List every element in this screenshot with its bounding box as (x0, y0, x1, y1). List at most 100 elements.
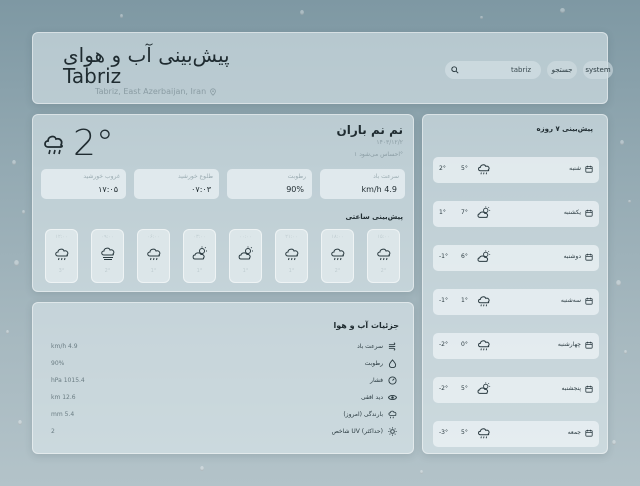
rain-icon (388, 410, 397, 419)
calendar-icon (585, 429, 593, 437)
stat-card-wind: سرعت باد km/h 4.9 (320, 169, 405, 199)
detail-label: بارندگی (امروز) (343, 411, 383, 418)
forecast-day-row[interactable]: شنبه 5° 2° (433, 157, 599, 183)
forecast-high: 5° (461, 429, 468, 436)
hour-time: ۲۱:۰۰ (285, 234, 298, 240)
hour-temp: 1° (242, 268, 249, 274)
forecast-day-name: شنبه (569, 165, 581, 172)
current-date: ۱۴۰۳/۱۲/۲ (376, 139, 403, 146)
stat-label: طلوع خورشید (177, 173, 213, 180)
hourly-card: ۱۲:۰۰ 3° (45, 229, 78, 283)
hourly-card: ۰۹:۰۰ 2° (91, 229, 124, 283)
hour-temp: 1° (150, 268, 157, 274)
detail-label: شاخص UV (حداکثر) (331, 428, 383, 435)
hourly-card: ۲۱:۰۰ 1° (275, 229, 308, 283)
detail-row-visibility: km 12.6 دید افقی (51, 394, 397, 406)
forecast-low: 2° (439, 165, 446, 172)
forecast-day-name: چهارشنبه (557, 341, 581, 348)
feels-like: احساس می‌شود ۱° (354, 151, 403, 158)
forecast-title: پیش‌بینی ۷ روزه (536, 125, 593, 133)
forecast-low: -1° (439, 253, 448, 260)
forecast-day-row[interactable]: پنجشنبه 5° -2° (433, 377, 599, 403)
rain-cloud-icon (330, 246, 346, 262)
rain-cloud-icon (146, 246, 162, 262)
fog-icon (100, 246, 116, 262)
hourly-card: ۱۸:۰۰ 2° (321, 229, 354, 283)
detail-row-uv-index: 2 شاخص UV (حداکثر) (51, 427, 397, 440)
hour-time: ۱۲:۰۰ (55, 234, 68, 240)
hourly-card: ۰۰:۰۰ 1° (229, 229, 262, 283)
rain-cloud-icon (376, 246, 392, 262)
stat-card-sunset: غروب خورشید ۱۷:۰۵ (41, 169, 126, 199)
rain-cloud-icon (41, 131, 67, 157)
hour-time: ۰۳:۰۰ (193, 234, 206, 240)
search-icon (451, 66, 459, 74)
detail-row-precipitation: mm 5.4 بارندگی (امروز) (51, 410, 397, 423)
forecast-day-name: پنجشنبه (561, 385, 581, 392)
hour-time: ۱۵:۰۰ (377, 234, 390, 240)
forecast-day-row[interactable]: دوشنبه 6° -1° (433, 245, 599, 271)
forecast-high: 1° (461, 297, 468, 304)
stat-value: 90% (286, 185, 304, 194)
hourly-card: ۰۶:۰۰ 1° (137, 229, 170, 283)
hour-temp: 2° (334, 268, 341, 274)
hour-temp: 1° (196, 268, 203, 274)
detail-value: hPa 1015.4 (51, 377, 85, 384)
detail-row-pressure: hPa 1015.4 فشار (51, 376, 397, 389)
gauge-icon (388, 376, 397, 385)
detail-label: دید افقی (361, 394, 383, 401)
rain-cloud-icon (284, 246, 300, 262)
current-temperature: 2° (73, 123, 114, 164)
stat-value: km/h 4.9 (361, 185, 397, 194)
eye-icon (388, 393, 397, 402)
forecast-low: -3° (439, 429, 448, 436)
forecast-day-row[interactable]: یکشنبه 7° 1° (433, 201, 599, 227)
stat-label: غروب خورشید (83, 173, 120, 180)
partly-cloudy-icon (477, 250, 491, 264)
stat-card-sunrise: طلوع خورشید ۰۷:۰۳ (134, 169, 219, 199)
search-input[interactable] (459, 66, 531, 74)
rain-cloud-icon (477, 294, 491, 308)
hour-time: ۰۰:۰۰ (239, 234, 252, 240)
wind-icon (388, 342, 397, 351)
detail-label: رطوبت (364, 360, 383, 367)
calendar-icon (585, 209, 593, 217)
details-title: جزئیات آب و هوا (333, 321, 399, 330)
rain-cloud-icon (477, 338, 491, 352)
detail-value: 2 (51, 428, 55, 435)
stat-value: ۰۷:۰۳ (191, 185, 211, 194)
current-condition: نم نم باران (336, 123, 403, 137)
forecast-day-name: یکشنبه (563, 209, 581, 216)
forecast-high: 6° (461, 253, 468, 260)
hourly-card: ۰۳:۰۰ 1° (183, 229, 216, 283)
hour-temp: 3° (58, 268, 65, 274)
forecast-day-name: جمعه (567, 429, 581, 436)
forecast-high: 5° (461, 385, 468, 392)
hour-temp: 2° (104, 268, 111, 274)
rain-cloud-icon (477, 162, 491, 176)
forecast-day-row[interactable]: چهارشنبه 0° -2° (433, 333, 599, 359)
location-text: Tabriz, East Azerbaijan, Iran (95, 87, 207, 96)
stat-card-humidity: رطوبت 90% (227, 169, 312, 199)
forecast-low: -2° (439, 385, 448, 392)
hourly-forecast-title: پیش‌بینی ساعتی (345, 213, 403, 221)
partly-cloudy-icon (192, 246, 208, 262)
search-button[interactable]: جستجو (547, 61, 577, 79)
detail-value: 90% (51, 360, 65, 367)
stat-label: رطوبت (287, 173, 306, 180)
droplet-icon (388, 359, 397, 368)
rain-cloud-icon (477, 426, 491, 440)
forecast-low: -2° (439, 341, 448, 348)
theme-system-button[interactable]: system (583, 61, 613, 79)
partly-cloudy-icon (238, 246, 254, 262)
forecast-low: -1° (439, 297, 448, 304)
forecast-day-name: دوشنبه (563, 253, 581, 260)
forecast-day-row[interactable]: سه‌شنبه 1° -1° (433, 289, 599, 315)
forecast-day-row[interactable]: جمعه 5° -3° (433, 421, 599, 447)
sun-icon (388, 427, 397, 436)
weather-details-panel: جزئیات آب و هوا km/h 4.9 سرعت باد 90% رط… (32, 302, 414, 454)
calendar-icon (585, 341, 593, 349)
partly-cloudy-icon (477, 206, 491, 220)
detail-value: km/h 4.9 (51, 343, 78, 350)
header-panel: پیش‌بینی آب و هوای Tabriz Tabriz, East A… (32, 32, 613, 104)
